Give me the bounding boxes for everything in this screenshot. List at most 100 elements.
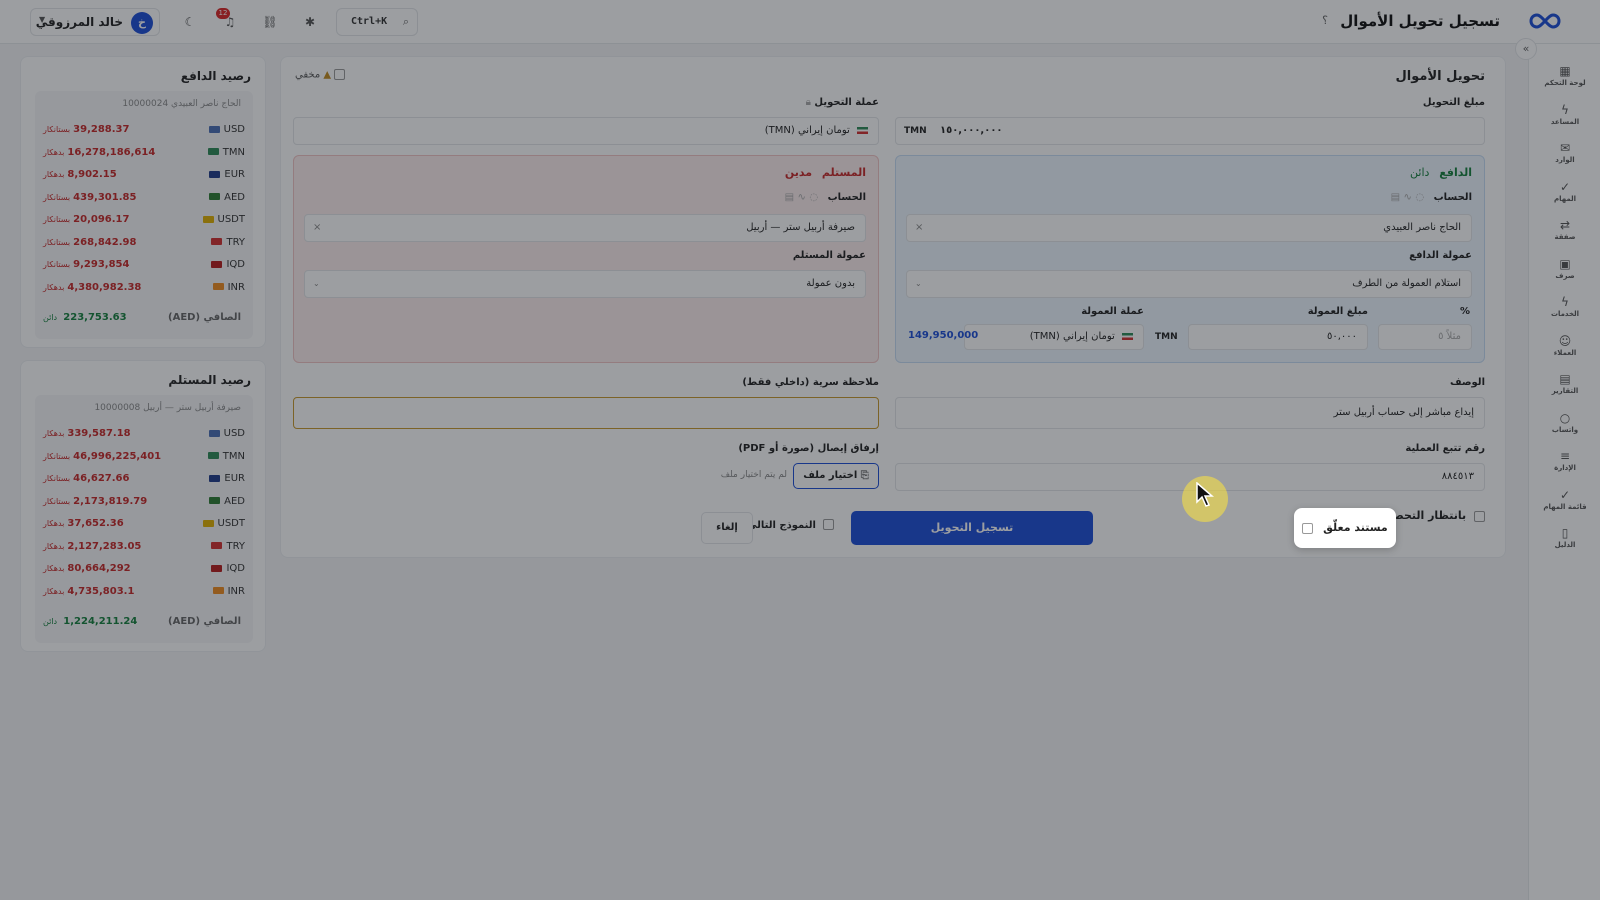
balance-tag: بدهكار bbox=[43, 170, 65, 179]
activity-icon[interactable]: ∿ bbox=[798, 192, 806, 203]
payer-title-row: الدافع دائن bbox=[1410, 166, 1472, 179]
commission-currency-select[interactable]: تومان إيراني (TMN) bbox=[964, 324, 1144, 350]
balance-row: AED 2,173,819.79بستانكار bbox=[43, 491, 245, 513]
pending-document-checkbox[interactable] bbox=[1302, 522, 1314, 534]
flag-icon bbox=[211, 238, 223, 245]
currency-code: USDT bbox=[217, 214, 245, 225]
commission-amount-input[interactable]: ٥٠,٠٠٠ TMN bbox=[1155, 324, 1368, 350]
balance-value: 4,735,803.1بدهكار bbox=[43, 581, 134, 603]
transfer-form: تحويل الأموال ▲ مخفي مبلغ التحويل ١٥٠,٠٠… bbox=[280, 56, 1506, 558]
sidebar-item-label: المهام bbox=[1553, 194, 1577, 203]
description-value: إيداع مباشر إلى حساب أربيل ستر bbox=[1333, 407, 1474, 418]
moon-icon[interactable]: ☾ bbox=[176, 8, 204, 36]
commission-currency-value: تومان إيراني (TMN) bbox=[1029, 331, 1115, 342]
inbox-icon: ✉ bbox=[1559, 141, 1571, 155]
receiver-net-label: الصافي (AED) bbox=[168, 616, 241, 627]
payer-account-select[interactable]: الحاج ناصر العبيدي × bbox=[906, 214, 1472, 242]
sidebar-item[interactable]: ✓ قائمة المهام bbox=[1529, 488, 1600, 524]
receiver-title-row: المستلم مدين bbox=[785, 166, 866, 179]
app-logo[interactable] bbox=[1528, 10, 1562, 32]
secret-note-label: ملاحظة سرية (داخلي فقط) bbox=[742, 377, 879, 388]
commission-amount-value: ٥٠,٠٠٠ bbox=[1326, 331, 1357, 342]
currency-code: TMN bbox=[222, 146, 245, 158]
currency-code: EUR bbox=[224, 473, 245, 484]
submit-button[interactable]: تسجيل التحويل bbox=[851, 511, 1093, 545]
sidebar-item[interactable]: ☺ العملاء bbox=[1529, 334, 1600, 370]
sidebar-item[interactable]: ▦ لوحة التحكم bbox=[1529, 64, 1600, 100]
search-button[interactable]: Ctrl+K ⌕ bbox=[336, 8, 418, 36]
balance-amount: 339,587.18 bbox=[67, 428, 131, 439]
sidebar-item[interactable]: ⇄ صفقة bbox=[1529, 218, 1600, 254]
currency-code: AED bbox=[224, 495, 245, 507]
receiver-commission-select[interactable]: بدون عمولة ⌄ bbox=[304, 270, 866, 298]
sidebar-item-label: الخدمات bbox=[1550, 310, 1580, 318]
payer-net: 223,753.63 دائن bbox=[43, 312, 127, 323]
sidebar-item[interactable]: ▣ صرف bbox=[1529, 257, 1600, 293]
clear-icon[interactable]: × bbox=[313, 215, 321, 241]
percent-label: % bbox=[1459, 306, 1470, 317]
sidebar-item[interactable]: ✓ المهام bbox=[1529, 180, 1600, 216]
balance-currency: INR bbox=[212, 277, 245, 299]
sidebar-item[interactable]: ✉ الوارد bbox=[1529, 141, 1600, 177]
amount-currency: TMN bbox=[904, 126, 927, 136]
balance-currency: TMN bbox=[207, 142, 245, 164]
next-form-checkbox[interactable] bbox=[823, 519, 835, 530]
sidebar-item-label: صفقة bbox=[1554, 233, 1576, 241]
pending-collection-checkbox[interactable] bbox=[1474, 510, 1485, 522]
balance-row: USDT 20,096.17بستانكار bbox=[43, 209, 245, 231]
balance-currency: USDT bbox=[202, 209, 245, 231]
lock-icon: 🔒︎ bbox=[805, 97, 811, 108]
flag-icon bbox=[208, 429, 220, 437]
balance-row: TRY 268,842.98بستانكار bbox=[43, 232, 245, 254]
sidebar-item[interactable]: ϟ الخدمات bbox=[1529, 295, 1600, 331]
document-icon[interactable]: ▤ bbox=[785, 192, 794, 203]
bolt-icon: ϟ bbox=[1561, 295, 1569, 309]
bell-icon[interactable]: ♫ 12 bbox=[216, 8, 244, 36]
balance-currency: TRY bbox=[211, 536, 245, 558]
document-icon[interactable]: ▤ bbox=[1391, 192, 1400, 203]
sidebar-item[interactable]: ▯ الدليل bbox=[1529, 526, 1600, 562]
sidebar-item-label: المساعد bbox=[1550, 117, 1580, 126]
activity-icon[interactable]: ∿ bbox=[1404, 192, 1412, 203]
hidden-icon: ▲ bbox=[323, 69, 332, 81]
choose-file-button[interactable]: ⎘ اختيار ملف bbox=[793, 463, 879, 489]
bug-icon[interactable]: ✱ bbox=[296, 8, 324, 36]
balance-tag: بستانكار bbox=[43, 237, 71, 247]
receiver-account-select[interactable]: صيرفة أربيل ستر — أربيل × bbox=[304, 214, 866, 242]
help-icon[interactable]: ؟ bbox=[1322, 14, 1328, 27]
balance-row: EUR 46,627.66بستانكار bbox=[43, 468, 245, 490]
collapse-sidebar-button[interactable]: « bbox=[1515, 38, 1537, 60]
hidden-checkbox[interactable] bbox=[334, 69, 346, 80]
balance-amount: 439,301.85 bbox=[73, 191, 137, 203]
flag-icon bbox=[212, 283, 224, 290]
balance-currency: IQD bbox=[211, 558, 245, 580]
percent-input[interactable]: مثلاً ٥ bbox=[1378, 324, 1472, 350]
balance-amount: 4,380,982.38 bbox=[67, 281, 142, 293]
sidebar-item[interactable]: ▤ التقارير bbox=[1529, 372, 1600, 408]
sidebar-item-label: العملاء bbox=[1553, 348, 1577, 357]
payer-account-label-row: الحساب ◌ ∿ ▤ bbox=[1391, 192, 1472, 203]
clear-icon[interactable]: × bbox=[915, 215, 923, 241]
balance-tag: بستانكار bbox=[43, 215, 71, 224]
receiver-balance-account: صيرفة أربيل ستر — أربيل 10000008 bbox=[94, 403, 241, 413]
link-icon[interactable]: ⛓ bbox=[256, 8, 284, 36]
user-menu[interactable]: ▼ خالد المرزوقي خ bbox=[30, 8, 160, 36]
sidebar-item[interactable]: ○ واتساب bbox=[1529, 411, 1600, 447]
currency-select[interactable]: تومان إيراني (TMN) bbox=[293, 117, 879, 145]
next-form-option[interactable]: النموذج التالي bbox=[747, 519, 835, 531]
sidebar-item[interactable]: ≡ الإدارة bbox=[1529, 449, 1600, 485]
currency-label-text: عملة التحويل bbox=[814, 97, 879, 108]
balance-amount: 4,735,803.1 bbox=[67, 585, 135, 597]
cancel-button[interactable]: إلغاء bbox=[701, 512, 753, 544]
secret-note-textarea[interactable] bbox=[293, 397, 879, 429]
pending-document-label: مستند معلّق bbox=[1323, 521, 1388, 534]
commission-currency-label: عملة العمولة bbox=[1081, 306, 1144, 317]
description-textarea[interactable]: إيداع مباشر إلى حساب أربيل ستر bbox=[895, 397, 1485, 429]
balance-row: USD 339,587.18بدهكار bbox=[43, 423, 245, 445]
hidden-toggle[interactable]: ▲ مخفي bbox=[295, 69, 346, 81]
amount-input[interactable]: ١٥٠,٠٠٠,٠٠٠ TMN bbox=[895, 117, 1485, 145]
payer-commission-select[interactable]: استلام العمولة من الطرف ⌄ bbox=[906, 270, 1472, 298]
currency-code: USD bbox=[223, 428, 245, 439]
pending-document-option[interactable]: مستند معلّق bbox=[1294, 508, 1396, 548]
sidebar-item[interactable]: ϟ المساعد bbox=[1529, 103, 1600, 139]
